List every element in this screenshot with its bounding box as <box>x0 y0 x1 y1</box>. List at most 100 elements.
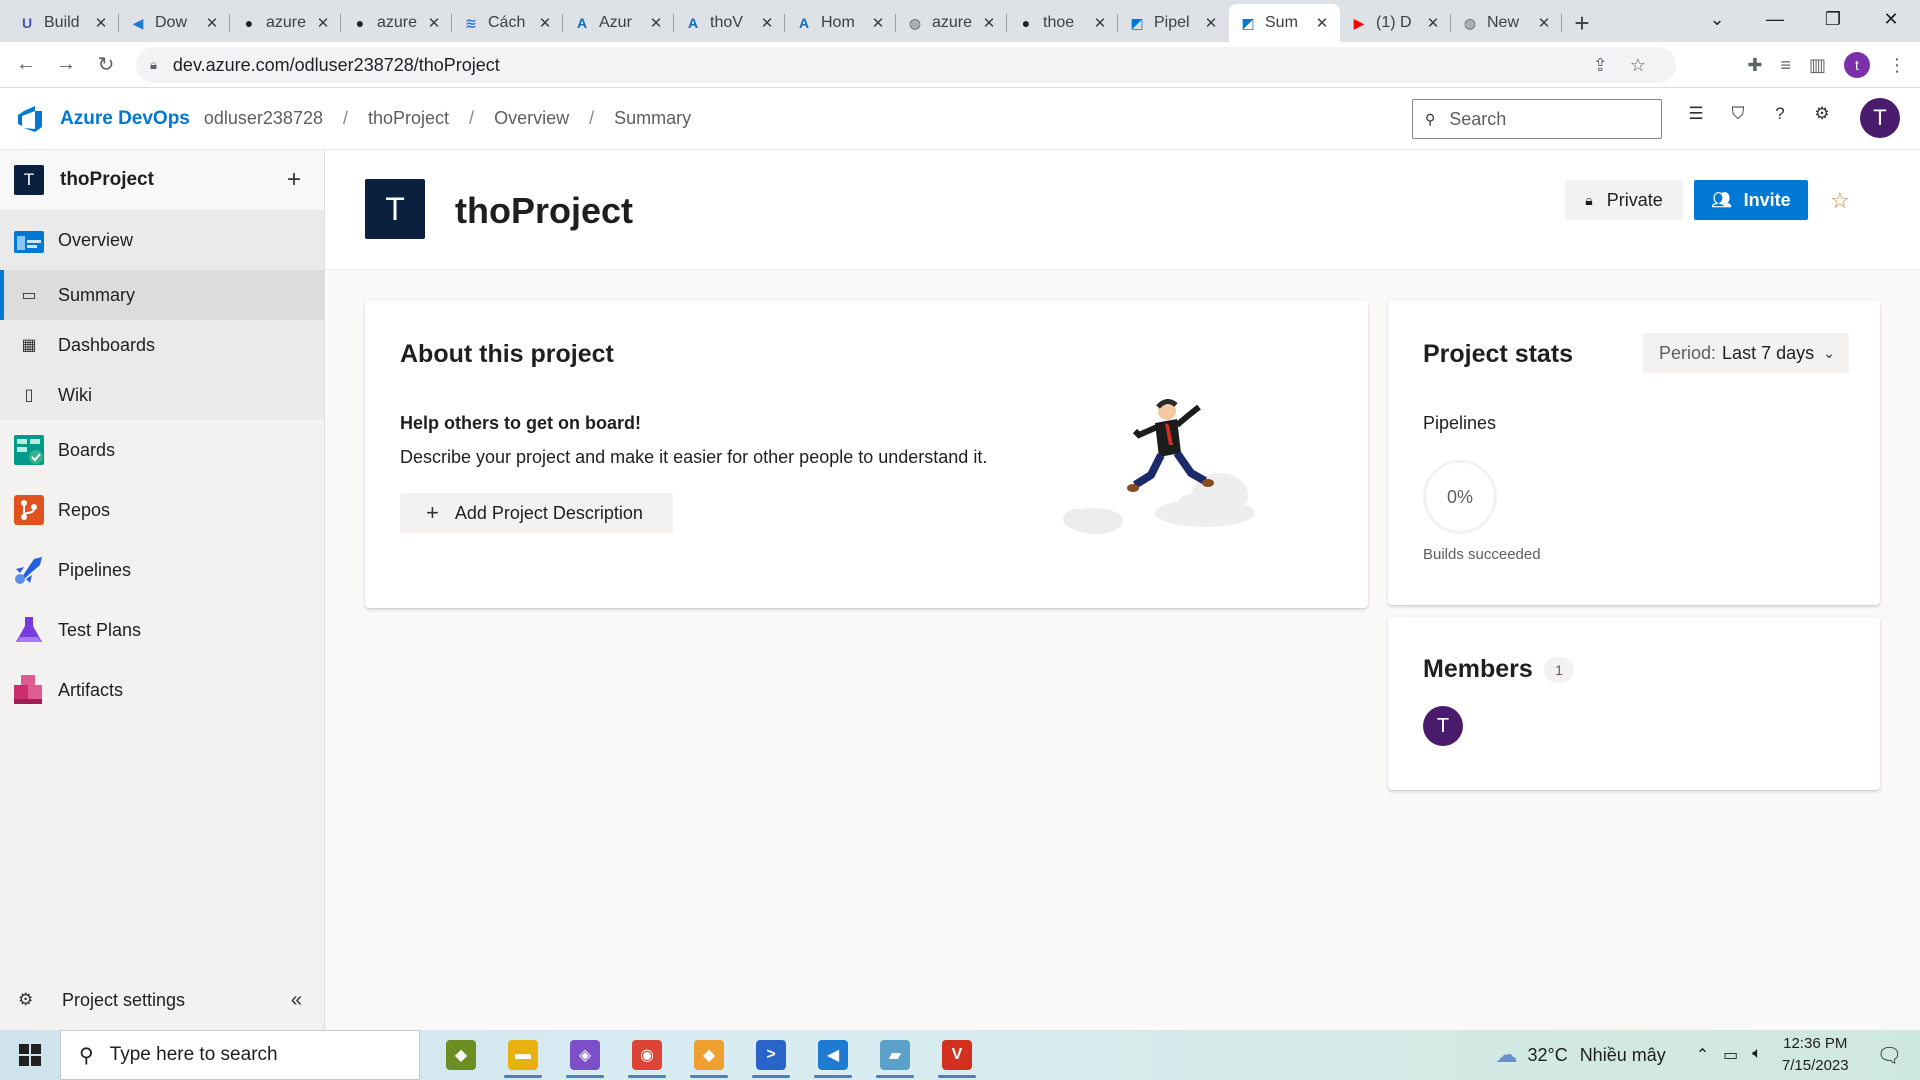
close-tab-icon[interactable]: ✕ <box>1314 14 1330 32</box>
clock[interactable]: 12:36 PM 7/15/2023 <box>1782 1033 1849 1077</box>
notes-app-taskbar-button[interactable]: ▰ <box>864 1030 926 1080</box>
share-icon[interactable]: ⇪ <box>1593 55 1608 76</box>
breadcrumb-summary[interactable]: Summary <box>614 108 691 129</box>
about-title: About this project <box>400 340 614 368</box>
sidebar-item-overview[interactable]: Overview <box>0 210 324 270</box>
chevron-up-icon[interactable]: ⌃ <box>1696 1045 1709 1065</box>
browser-tab[interactable]: ◩ Sum ✕ <box>1229 4 1340 42</box>
browser-profile-avatar[interactable]: t <box>1844 52 1870 78</box>
visual-studio-taskbar-button[interactable]: ◈ <box>554 1030 616 1080</box>
clock-time: 12:36 PM <box>1783 1035 1848 1052</box>
brand-name[interactable]: Azure DevOps <box>60 108 190 130</box>
search-input[interactable]: ⚲ Search <box>1412 99 1662 139</box>
maps-app-taskbar-button[interactable]: ◆ <box>430 1030 492 1080</box>
about-project-card: About this project Help others to get on… <box>365 300 1368 608</box>
azure-devops-logo-icon[interactable] <box>16 105 44 133</box>
browser-tab[interactable]: ◍ azure ✕ <box>896 4 1007 42</box>
member-avatar[interactable]: T <box>1423 706 1463 746</box>
browser-tab[interactable]: A Hom ✕ <box>785 4 896 42</box>
close-tab-icon[interactable]: ✕ <box>315 14 331 32</box>
browser-tab-label: Build <box>44 14 80 31</box>
sidebar-item-pipelines[interactable]: Pipelines <box>0 540 324 600</box>
close-tab-icon[interactable]: ✕ <box>759 14 775 32</box>
private-button[interactable]: 🔒︎ Private <box>1565 180 1683 220</box>
sidebar-item-test-plans[interactable]: Test Plans <box>0 600 324 660</box>
marketplace-bag-icon[interactable]: ⛉ <box>1728 102 1748 126</box>
url-bar[interactable]: 🔒︎ dev.azure.com/odluser238728/thoProjec… <box>136 47 1676 83</box>
browser-tab[interactable]: A Azur ✕ <box>563 4 674 42</box>
taskbar-search-input[interactable]: ⚲ Type here to search <box>60 1030 420 1080</box>
browser-tab[interactable]: ● azure ✕ <box>341 4 452 42</box>
windows-start-icon[interactable] <box>0 1030 60 1080</box>
browser-menu-icon[interactable]: ⋮ <box>1888 55 1906 76</box>
period-dropdown[interactable]: Period: Last 7 days ⌄ <box>1643 333 1849 373</box>
add-icon[interactable]: + <box>274 166 314 194</box>
bookmark-star-icon[interactable]: ☆ <box>1630 55 1646 76</box>
project-switcher[interactable]: T thoProject + <box>0 150 324 210</box>
builds-succeeded-ring[interactable]: 0% <box>1423 460 1497 534</box>
battery-icon[interactable]: ▭ <box>1723 1045 1738 1065</box>
browser-tab[interactable]: U Build ✕ <box>8 4 119 42</box>
add-project-description-button[interactable]: + Add Project Description <box>400 493 673 533</box>
minimize-button[interactable]: — <box>1752 0 1798 38</box>
close-tab-icon[interactable]: ✕ <box>870 14 886 32</box>
browser-tab[interactable]: ◀ Dow ✕ <box>119 4 230 42</box>
close-tab-icon[interactable]: ✕ <box>1203 14 1219 32</box>
red-app-taskbar-button[interactable]: V <box>926 1030 988 1080</box>
close-tab-icon[interactable]: ✕ <box>1425 14 1441 32</box>
project-settings[interactable]: ⚙ Project settings « <box>0 970 324 1030</box>
git-tool-taskbar-button[interactable]: ◆ <box>678 1030 740 1080</box>
sidebar-item-artifacts[interactable]: Artifacts <box>0 660 324 720</box>
browser-tab[interactable]: AthoV ✕ <box>674 4 785 42</box>
browser-tab-label: Dow <box>155 14 188 31</box>
visual-studio-icon: ◈ <box>570 1040 600 1070</box>
user-avatar[interactable]: T <box>1860 98 1900 138</box>
user-settings-icon[interactable]: ⚙ <box>1812 102 1832 126</box>
reading-list-icon[interactable]: ≡ <box>1780 55 1791 76</box>
vscode-icon: ◀ <box>818 1040 848 1070</box>
breadcrumb-overview[interactable]: Overview <box>494 108 569 129</box>
powershell-taskbar-button[interactable]: > <box>740 1030 802 1080</box>
side-panel-icon[interactable]: ▥ <box>1809 55 1826 76</box>
close-tab-icon[interactable]: ✕ <box>648 14 664 32</box>
help-icon[interactable]: ? <box>1770 102 1790 126</box>
reload-button[interactable]: ↻ <box>86 45 126 85</box>
forward-button[interactable]: → <box>46 45 86 85</box>
file-explorer-taskbar-button[interactable]: ▬ <box>492 1030 554 1080</box>
close-tab-icon[interactable]: ✕ <box>981 14 997 32</box>
work-items-icon[interactable]: ☰ <box>1686 102 1706 126</box>
volume-icon[interactable]: 🔈︎ <box>1752 1045 1762 1065</box>
close-tab-icon[interactable]: ✕ <box>204 14 220 32</box>
browser-tab[interactable]: ◍ New ✕ <box>1451 4 1562 42</box>
restore-button[interactable]: ❐ <box>1810 0 1856 38</box>
back-button[interactable]: ← <box>6 45 46 85</box>
breadcrumb-org[interactable]: odluser238728 <box>204 108 323 129</box>
sidebar-item-wiki[interactable]: ▯ Wiki <box>0 370 324 420</box>
browser-tab[interactable]: ◩ Pipel ✕ <box>1118 4 1229 42</box>
chrome-taskbar-button[interactable]: ◉ <box>616 1030 678 1080</box>
notifications-icon[interactable]: 🗨︎ <box>1877 1043 1902 1068</box>
close-tab-icon[interactable]: ✕ <box>537 14 553 32</box>
invite-button[interactable]: 👥︎ Invite <box>1694 180 1808 220</box>
sidebar-item-dashboards[interactable]: ▦ Dashboards <box>0 320 324 370</box>
collapse-sidebar-icon[interactable]: « <box>291 989 302 1012</box>
sidebar-item-boards[interactable]: Boards <box>0 420 324 480</box>
weather-widget[interactable]: ☁ 32°C Nhiều mây <box>1495 1042 1665 1068</box>
close-tab-icon[interactable]: ✕ <box>1092 14 1108 32</box>
vscode-taskbar-button[interactable]: ◀ <box>802 1030 864 1080</box>
tab-search-icon[interactable]: ⌄ <box>1694 0 1740 38</box>
sidebar-item-repos[interactable]: Repos <box>0 480 324 540</box>
close-window-button[interactable]: ✕ <box>1868 0 1914 38</box>
browser-tab[interactable]: ● azure ✕ <box>230 4 341 42</box>
close-tab-icon[interactable]: ✕ <box>1536 14 1552 32</box>
browser-tab[interactable]: ● thoe ✕ <box>1007 4 1118 42</box>
close-tab-icon[interactable]: ✕ <box>426 14 442 32</box>
sidebar-item-summary[interactable]: ▭ Summary <box>0 270 324 320</box>
breadcrumb-project[interactable]: thoProject <box>368 108 449 129</box>
favorite-star-icon[interactable]: ☆ <box>1830 188 1850 214</box>
browser-tab[interactable]: ≋ Cách ✕ <box>452 4 563 42</box>
new-tab-button[interactable]: + <box>1562 4 1602 42</box>
extensions-icon[interactable]: ✚ <box>1747 55 1762 76</box>
browser-tab[interactable]: ▶ (1) D ✕ <box>1340 4 1451 42</box>
close-tab-icon[interactable]: ✕ <box>93 14 109 32</box>
